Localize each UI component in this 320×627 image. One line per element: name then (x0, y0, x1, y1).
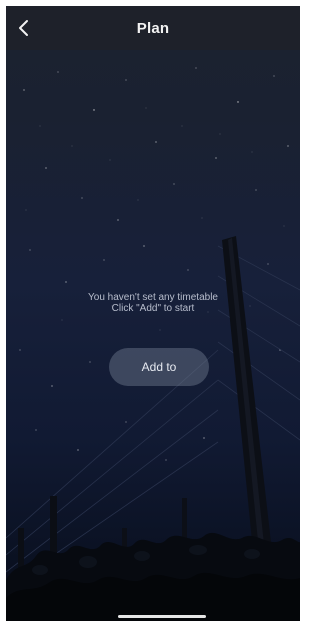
add-button[interactable]: Add to (109, 348, 209, 386)
empty-state-line-1: You haven't set any timetable (88, 292, 218, 303)
empty-state-line-2: Click "Add" to start (111, 303, 195, 314)
night-sky-background (6, 67, 300, 621)
page-title: Plan (136, 20, 170, 37)
home-indicator (118, 615, 206, 618)
empty-state-message: You haven't set any timetable Click "Add… (6, 292, 300, 314)
top-bar: Plan (6, 6, 300, 50)
plan-screen: Plan You haven't set any timetable Click… (6, 6, 300, 621)
